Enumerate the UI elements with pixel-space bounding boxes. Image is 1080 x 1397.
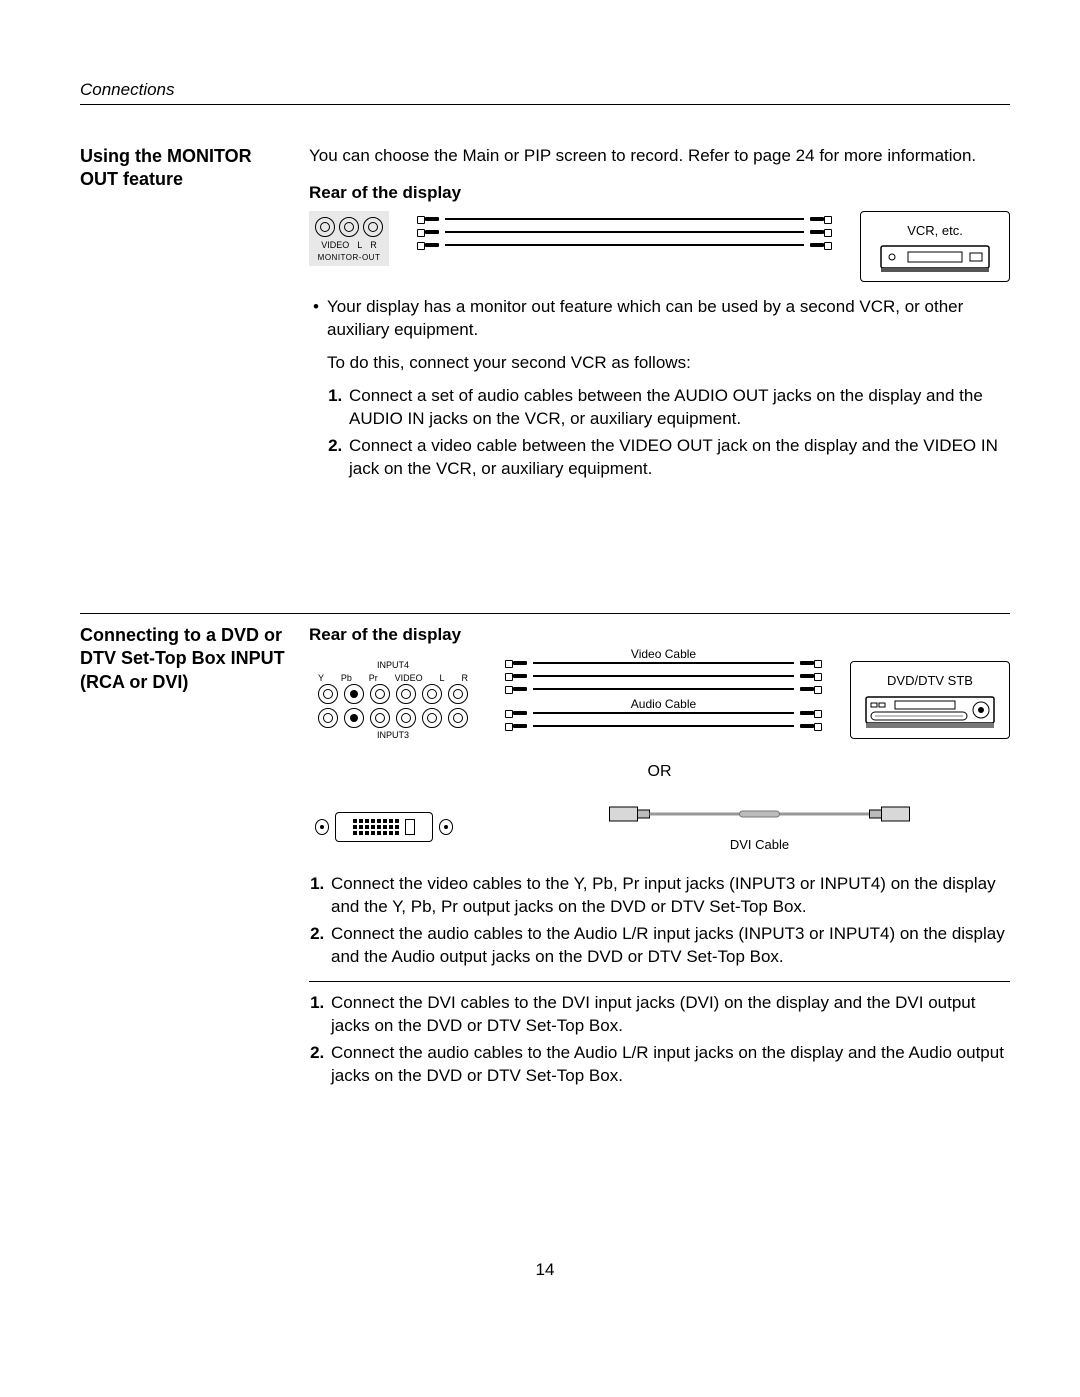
todo-line: To do this, connect your second VCR as f… (327, 352, 1010, 375)
jack-icon (315, 217, 335, 237)
jack-icon (370, 708, 390, 728)
monitor-out-title: MONITOR-OUT (315, 253, 383, 264)
jack-icon (422, 684, 442, 704)
rear-of-display-label: Rear of the display (309, 182, 1010, 205)
jack-label: R (461, 672, 468, 684)
page-number: 14 (80, 1260, 1010, 1280)
jack-icon (370, 684, 390, 704)
diagram-dvi: DVI Cable (309, 801, 1010, 853)
jack-icon (396, 708, 416, 728)
vcr-device-box: VCR, etc. (860, 211, 1010, 283)
or-label: OR (309, 761, 1010, 783)
video-cable-label: Video Cable (631, 646, 696, 662)
jack-icon (344, 684, 364, 704)
section-monitor-out: Using the MONITOR OUT feature You can ch… (80, 145, 1010, 493)
jack-icon (318, 684, 338, 704)
jack-label: Pb (341, 672, 352, 684)
step-text: Connect the audio cables to the Audio L/… (329, 923, 1010, 969)
stb-icon (865, 696, 995, 730)
section-dvd-dtv: Connecting to a DVD or DTV Set-Top Box I… (80, 613, 1010, 1100)
rca-cables-icon: Video Cable Audio Cable (505, 653, 822, 734)
jack-icon (448, 708, 468, 728)
step-text: Connect the video cables to the Y, Pb, P… (329, 873, 1010, 919)
jack-icon (363, 217, 383, 237)
jack-icon (448, 684, 468, 704)
jack-icon (422, 708, 442, 728)
audio-cable-label: Audio Cable (631, 696, 696, 712)
vcr-label: VCR, etc. (875, 222, 995, 240)
dvd-dtv-device-box: DVD/DTV STB (850, 661, 1010, 739)
heading-monitor-out: Using the MONITOR OUT feature (80, 145, 285, 493)
jack-label: VIDEO (321, 239, 349, 251)
monitor-out-jacks: VIDEO L R MONITOR-OUT (309, 211, 389, 266)
jack-label: Y (318, 672, 324, 684)
divider (309, 981, 1010, 982)
intro-text: You can choose the Main or PIP screen to… (309, 145, 1010, 168)
jack-label: L (357, 239, 362, 251)
diagram-dvd-dtv: INPUT4 Y Pb Pr VIDEO L R (309, 653, 1010, 747)
jack-icon (344, 708, 364, 728)
dvi-cable-icon (509, 801, 1010, 827)
input4-title: INPUT4 (316, 659, 470, 671)
jack-label: L (440, 672, 445, 684)
step-text: Connect the DVI cables to the DVI input … (329, 992, 1010, 1038)
heading-dvd-dtv: Connecting to a DVD or DTV Set-Top Box I… (80, 624, 285, 1100)
dvd-dtv-label: DVD/DTV STB (865, 672, 995, 690)
step-text: Connect a video cable between the VIDEO … (347, 435, 1010, 481)
bullet-text: Your display has a monitor out feature w… (309, 296, 1010, 342)
dvi-port-icon (309, 810, 459, 844)
jack-label: VIDEO (395, 672, 423, 684)
jack-icon (396, 684, 416, 704)
dvi-cable-label: DVI Cable (509, 836, 1010, 854)
rear-of-display-label-2: Rear of the display (309, 624, 1010, 647)
step-text: Connect a set of audio cables between th… (347, 385, 1010, 431)
rca-cables-icon (417, 211, 832, 253)
jack-label: Pr (369, 672, 378, 684)
vcr-icon (880, 245, 990, 273)
jack-icon (318, 708, 338, 728)
jack-label: R (370, 239, 377, 251)
input-panel: INPUT4 Y Pb Pr VIDEO L R (309, 653, 477, 747)
diagram-monitor-out: VIDEO L R MONITOR-OUT VCR, etc. (309, 211, 1010, 283)
input3-title: INPUT3 (316, 729, 470, 741)
step-text: Connect the audio cables to the Audio L/… (329, 1042, 1010, 1088)
page-header: Connections (80, 80, 1010, 105)
jack-icon (339, 217, 359, 237)
